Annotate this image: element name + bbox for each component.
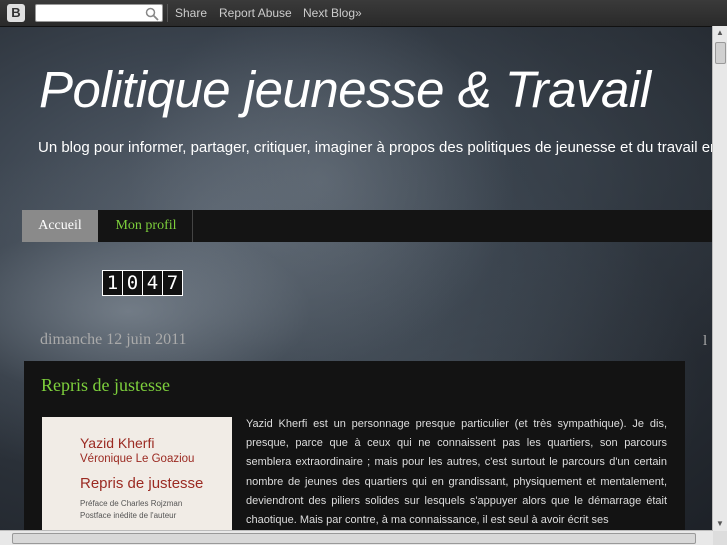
post-title[interactable]: Repris de justesse	[41, 375, 170, 396]
blog-post: Repris de justesse Yazid Kherfi Véroniqu…	[24, 361, 685, 531]
share-link[interactable]: Share	[175, 6, 207, 20]
horizontal-scroll-thumb[interactable]	[12, 533, 696, 544]
next-blog-link[interactable]: Next Blog»	[303, 6, 362, 20]
book-postface: Postface inédite de l'auteur	[80, 511, 177, 520]
counter-digit: 4	[143, 271, 163, 295]
book-author: Yazid Kherfi	[80, 435, 155, 451]
search-icon[interactable]	[145, 7, 159, 21]
blogger-logo-icon[interactable]: B	[7, 4, 25, 22]
tab-mon-profil[interactable]: Mon profil	[100, 210, 193, 242]
report-abuse-link[interactable]: Report Abuse	[219, 6, 292, 20]
scroll-down-icon[interactable]: ▼	[713, 517, 727, 531]
blogger-navbar: B Share Report Abuse Next Blog»	[0, 0, 727, 27]
book-coauthor: Véronique Le Goaziou	[80, 453, 195, 465]
search-input[interactable]	[35, 4, 163, 22]
counter-digit: 7	[163, 271, 182, 295]
blog-title[interactable]: Politique jeunesse & Travail	[39, 60, 651, 119]
horizontal-scrollbar[interactable]	[0, 530, 713, 545]
tab-accueil[interactable]: Accueil	[22, 210, 98, 242]
post-body: Yazid Kherfi est un personnage presque p…	[246, 418, 667, 527]
book-preface: Préface de Charles Rojzman	[80, 499, 183, 508]
counter-digit: 0	[123, 271, 143, 295]
sidebar-heading-edge: l	[703, 333, 708, 349]
page-tabs: Accueil Mon profil	[22, 210, 713, 242]
scroll-up-icon[interactable]: ▲	[713, 26, 727, 40]
nav-divider	[167, 4, 168, 22]
counter-digit: 1	[103, 271, 123, 295]
visitor-counter: 1 0 4 7	[102, 270, 183, 296]
vertical-scroll-thumb[interactable]	[715, 42, 726, 64]
vertical-scrollbar[interactable]: ▲ ▼	[712, 26, 727, 531]
scroll-corner	[713, 531, 727, 545]
book-title: Repris de justesse	[80, 475, 204, 492]
post-date: dimanche 12 juin 2011	[40, 331, 187, 348]
book-cover-image[interactable]: Yazid Kherfi Véronique Le Goaziou Repris…	[42, 417, 232, 531]
blog-description: Un blog pour informer, partager, critiqu…	[38, 139, 718, 156]
